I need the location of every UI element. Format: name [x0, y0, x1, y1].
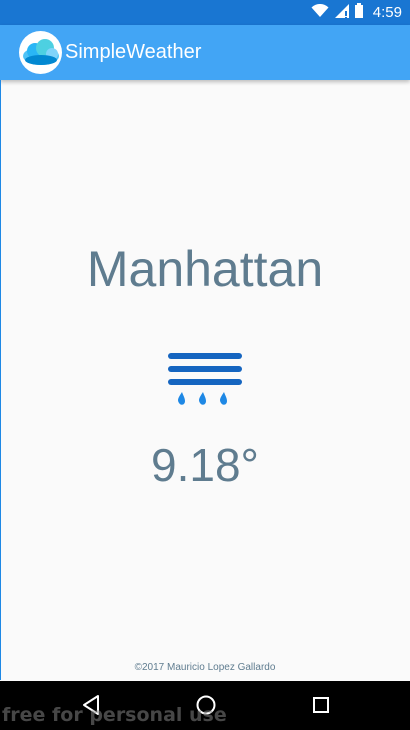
battery-icon: [354, 3, 363, 22]
wifi-icon: [311, 3, 329, 22]
status-bar: 4:59: [0, 0, 410, 25]
app-title: SimpleWeather: [65, 41, 202, 63]
copyright-footer: ©2017 Mauricio Lopez Gallardo: [134, 662, 276, 673]
rain-icon: [166, 352, 244, 408]
cloud-logo-icon: [19, 31, 62, 74]
city-name: Manhattan: [86, 241, 324, 297]
status-icons: 4:59: [311, 0, 402, 25]
signal-icon: [334, 3, 349, 22]
temperature: 9.18°: [151, 439, 259, 491]
status-time: 4:59: [372, 4, 402, 21]
recents-icon[interactable]: [309, 693, 333, 717]
watermark-text: free for personal use: [2, 704, 227, 726]
app-bar: SimpleWeather: [0, 25, 410, 80]
